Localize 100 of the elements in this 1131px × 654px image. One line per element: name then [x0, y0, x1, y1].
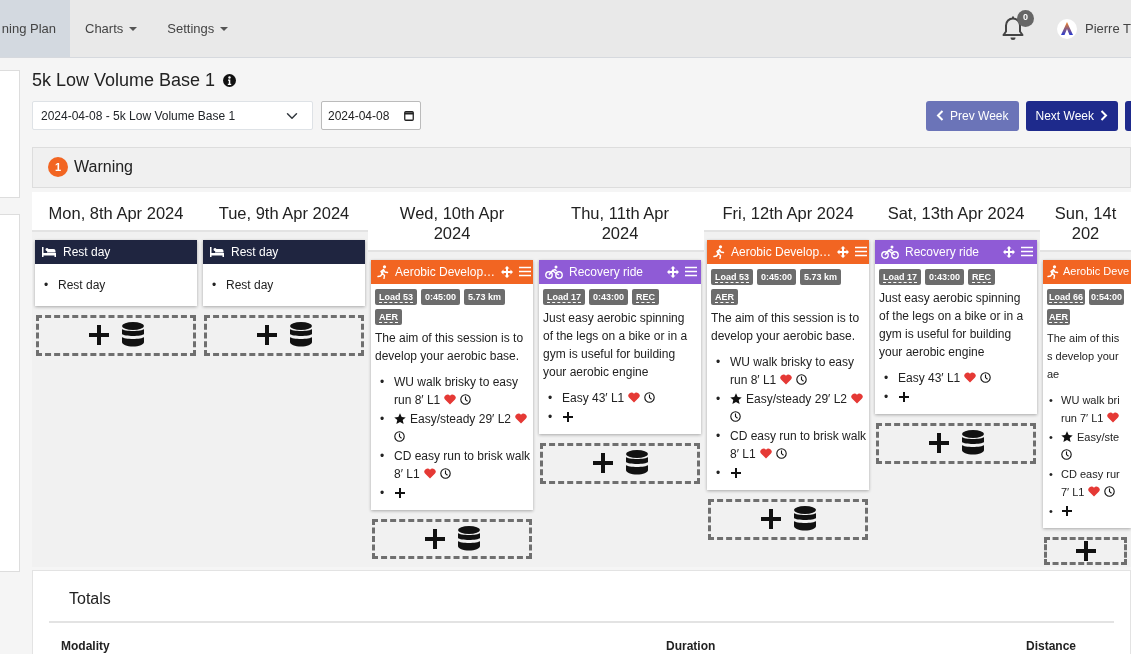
stat-tag: REC: [632, 288, 660, 305]
list-bullet: •: [716, 353, 721, 371]
step-text: WU walk bri: [1061, 392, 1121, 408]
step-text: Easy/ste: [1077, 429, 1120, 445]
warning-count: 1: [48, 157, 68, 178]
week-select[interactable]: 2024-04-08 - 5k Low Volume Base 1: [32, 101, 313, 131]
nav-tab[interactable]: Settings: [152, 0, 244, 57]
step-text: CD easy rur: [1061, 466, 1121, 482]
totals-title: Totals: [49, 570, 1114, 623]
notification-count: 0: [1017, 9, 1034, 27]
move-icon[interactable]: [667, 265, 679, 278]
add-workout-slot[interactable]: [540, 442, 700, 484]
stat-tag: 5.73 km: [464, 288, 506, 305]
notification-bell-icon[interactable]: [1001, 15, 1025, 42]
stat-tag: 0:43:00: [925, 268, 965, 285]
column-header: Distance: [1026, 637, 1077, 654]
list-bullet: •: [548, 408, 553, 426]
list-bullet: •: [716, 464, 721, 482]
stat-tag: Load 53: [375, 288, 417, 305]
plus-icon[interactable]: [1074, 539, 1097, 562]
session-description: Just easy aerobic spinning of the legs on a bike or in a gym is useful for building your aerobic engine: [878, 289, 1025, 361]
avatar-icon[interactable]: [1057, 18, 1077, 39]
plus-icon[interactable]: [928, 432, 950, 455]
step-text: WU walk brisky to easy: [730, 353, 856, 371]
database-icon[interactable]: [626, 450, 648, 477]
stat-tag: 0:45:00: [421, 288, 461, 305]
add-workout-slot[interactable]: [372, 518, 532, 559]
list-bullet: •: [212, 276, 217, 294]
step-text: run 8′ L1: [730, 371, 777, 389]
list-bullet: •: [884, 388, 889, 406]
database-icon[interactable]: [458, 525, 480, 552]
next-week-button[interactable]: Next Week: [1025, 100, 1118, 131]
step-text: CD easy run to brisk walk: [394, 447, 532, 465]
stat-tag: Load 17: [543, 288, 585, 305]
bicycle-icon: [881, 244, 899, 259]
move-icon[interactable]: [501, 265, 514, 278]
database-icon[interactable]: [290, 322, 312, 349]
session-header[interactable]: Rest day: [35, 239, 197, 264]
list-bullet: •: [1049, 503, 1053, 519]
step-text: run 8′ L1: [394, 391, 441, 409]
move-icon[interactable]: [1003, 245, 1015, 258]
step-text: 8′ L1: [394, 465, 420, 483]
plus-icon[interactable]: [760, 508, 782, 531]
user-name[interactable]: Pierre T: [1085, 18, 1131, 39]
add-workout-slot[interactable]: [1044, 536, 1127, 565]
step-text: 8′ L1: [730, 445, 756, 463]
list-bullet: •: [44, 276, 49, 294]
menu-icon[interactable]: [1021, 246, 1033, 258]
day-heading: Tue, 9th Apr 2024: [200, 191, 368, 232]
bed-icon: [209, 245, 225, 258]
menu-icon[interactable]: [855, 246, 868, 258]
session-item: Rest day: [58, 276, 106, 294]
step-text: WU walk brisky to easy: [394, 373, 520, 391]
add-workout-slot[interactable]: [204, 314, 364, 356]
stat-tag: 5.73 km: [800, 268, 842, 285]
plus-icon[interactable]: [88, 324, 110, 347]
stat-tag: Load 17: [879, 268, 921, 285]
runner-icon: [713, 244, 725, 259]
step-text: 7′ L1: [1061, 484, 1085, 500]
session-header[interactable]: Recovery ride: [539, 259, 701, 284]
plus-icon[interactable]: [592, 452, 614, 475]
session-item: Rest day: [226, 276, 274, 294]
list-bullet: •: [716, 427, 721, 445]
plus-icon[interactable]: [256, 324, 278, 347]
toolbar-button[interactable]: [1125, 100, 1131, 131]
move-icon[interactable]: [837, 245, 850, 258]
stat-tag: AER: [375, 308, 402, 325]
runner-icon: [377, 264, 389, 279]
stat-tag: 0:54:00: [1089, 288, 1125, 305]
database-icon[interactable]: [122, 322, 144, 349]
add-workout-slot[interactable]: [876, 422, 1036, 464]
session-header[interactable]: Rest day: [203, 239, 365, 264]
nav-tab[interactable]: Charts: [70, 0, 153, 57]
menu-icon[interactable]: [519, 266, 532, 278]
plan-title: 5k Low Volume Base 1: [32, 70, 216, 92]
list-bullet: •: [1049, 466, 1053, 482]
list-bullet: •: [1049, 429, 1053, 445]
stat-tag: AER: [711, 288, 738, 305]
column-header: Duration: [666, 637, 717, 654]
calendar-icon[interactable]: [404, 110, 414, 122]
date-field[interactable]: 2024-04-08: [321, 101, 421, 131]
info-icon[interactable]: [223, 74, 237, 88]
session-description: The aim of this session is to develop your aerobic base.: [710, 309, 861, 345]
runner-icon: [1047, 264, 1059, 279]
caret-icon: [220, 26, 229, 31]
warning-panel[interactable]: 1 Warning: [32, 146, 1131, 188]
menu-icon[interactable]: [685, 266, 697, 278]
day-heading: Thu, 11th Apr 2024: [536, 191, 704, 252]
plus-icon[interactable]: [424, 527, 446, 550]
database-icon[interactable]: [794, 506, 816, 533]
nav-tab[interactable]: ning Plan: [0, 0, 70, 57]
step-text: Easy/steady 29′ L2: [746, 390, 847, 408]
session-header[interactable]: Recovery ride: [875, 239, 1037, 264]
bed-icon: [41, 245, 57, 258]
column-header: Modality: [61, 637, 111, 654]
add-workout-slot[interactable]: [36, 314, 196, 356]
prev-week-button[interactable]: Prev Week: [926, 100, 1019, 131]
database-icon[interactable]: [962, 430, 984, 457]
day-heading: Wed, 10th Apr 2024: [368, 191, 536, 252]
add-workout-slot[interactable]: [708, 498, 868, 540]
